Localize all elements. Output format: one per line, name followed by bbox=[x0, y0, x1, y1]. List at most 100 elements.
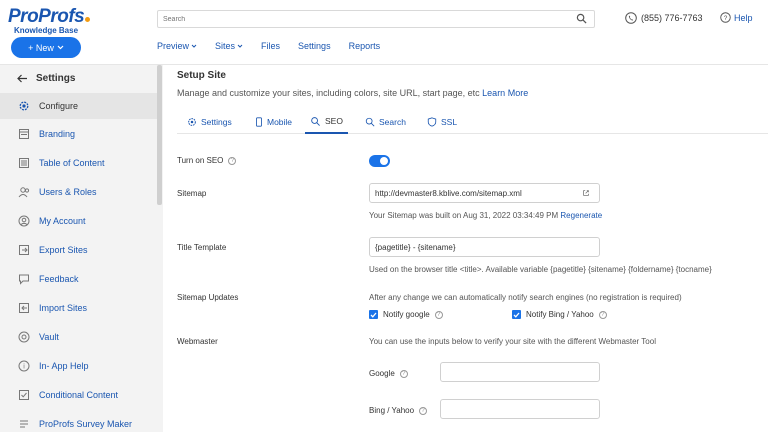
help-icon: i bbox=[18, 360, 30, 372]
webmaster-note: You can use the inputs below to verify y… bbox=[369, 337, 656, 346]
toc-icon bbox=[19, 158, 29, 168]
seo-icon bbox=[311, 117, 320, 126]
title-template-field[interactable]: {pagetitle} - {sitename} bbox=[369, 237, 600, 257]
google-row-label: Google ? bbox=[369, 369, 408, 378]
sidebar-item-vault[interactable]: Vault bbox=[0, 324, 157, 350]
logo-text: ProProfs bbox=[8, 6, 85, 27]
question-icon[interactable]: ? bbox=[399, 369, 408, 378]
bing-row-label: Bing / Yahoo ? bbox=[369, 406, 428, 415]
nav-reports[interactable]: Reports bbox=[349, 41, 381, 51]
sidebar-item-feedback[interactable]: Feedback bbox=[0, 266, 157, 292]
phone-number: (855) 776-7763 bbox=[641, 13, 703, 23]
export-icon bbox=[19, 245, 29, 255]
title-template-note: Used on the browser title <title>. Avail… bbox=[369, 265, 712, 274]
sidebar-item-label: Feedback bbox=[39, 274, 79, 284]
tab-search[interactable]: Search bbox=[365, 110, 406, 134]
search-input[interactable] bbox=[158, 11, 558, 27]
question-icon[interactable]: ? bbox=[434, 310, 443, 319]
sidebar-header[interactable]: Settings bbox=[17, 73, 75, 84]
help-label: Help bbox=[734, 12, 753, 23]
sidebar-item-label: Branding bbox=[39, 129, 76, 139]
sidebar-item-in-app-help[interactable]: i In- App Help bbox=[0, 353, 157, 379]
bing-label: Bing / Yahoo bbox=[369, 406, 415, 415]
survey-icon bbox=[20, 420, 28, 428]
sidebar-item-label: My Account bbox=[39, 216, 86, 226]
sidebar-item-branding[interactable]: Branding bbox=[0, 121, 157, 147]
sidebar-item-label: In- App Help bbox=[39, 361, 89, 371]
page-title: Setup Site bbox=[177, 70, 226, 81]
sidebar-item-label: Export Sites bbox=[39, 245, 88, 255]
page-description: Manage and customize your sites, includi… bbox=[177, 88, 528, 98]
svg-text:?: ? bbox=[724, 15, 728, 22]
tab-label: SEO bbox=[325, 116, 343, 126]
logo-subtitle: Knowledge Base bbox=[14, 26, 79, 35]
new-button[interactable]: + New bbox=[11, 37, 81, 58]
search-icon[interactable] bbox=[576, 13, 587, 24]
sidebar-item-label: Table of Content bbox=[39, 158, 105, 168]
mobile-icon bbox=[256, 117, 262, 127]
phone-contact[interactable]: (855) 776-7763 bbox=[625, 12, 703, 24]
notify-google-label: Notify google bbox=[383, 310, 430, 319]
users-icon bbox=[18, 187, 30, 198]
title-template-value: {pagetitle} - {sitename} bbox=[375, 242, 456, 252]
notify-bing-checkbox[interactable]: Notify Bing / Yahoo ? bbox=[512, 310, 607, 319]
checkbox-checked-icon[interactable] bbox=[369, 310, 378, 319]
sidebar-item-label: Import Sites bbox=[39, 303, 88, 313]
sidebar-item-configure[interactable]: Configure bbox=[0, 93, 157, 119]
ssl-icon bbox=[427, 117, 437, 127]
sidebar-item-my-account[interactable]: My Account bbox=[0, 208, 157, 234]
sidebar-item-label: Vault bbox=[39, 332, 59, 342]
sidebar-item-import-sites[interactable]: Import Sites bbox=[0, 295, 157, 321]
sidebar-item-conditional-content[interactable]: Conditional Content bbox=[0, 382, 157, 408]
sitemap-updates-note: After any change we can automatically no… bbox=[369, 293, 682, 302]
tab-settings[interactable]: Settings bbox=[187, 110, 232, 134]
top-header: ProProfs Knowledge Base + New (855) 776-… bbox=[0, 0, 768, 65]
seo-toggle[interactable] bbox=[369, 155, 390, 167]
tab-label: Mobile bbox=[267, 117, 293, 127]
sidebar-item-toc[interactable]: Table of Content bbox=[0, 150, 157, 176]
gear-icon bbox=[188, 118, 196, 126]
search-box[interactable] bbox=[157, 10, 595, 28]
question-icon[interactable]: ? bbox=[598, 310, 607, 319]
nav-settings[interactable]: Settings bbox=[298, 41, 331, 51]
search-icon bbox=[365, 117, 375, 127]
back-arrow-icon[interactable] bbox=[17, 74, 28, 83]
bing-verification-input[interactable] bbox=[440, 399, 600, 419]
sidebar-item-survey-maker[interactable]: ProProfs Survey Maker bbox=[0, 411, 157, 432]
notify-google-checkbox[interactable]: Notify google ? bbox=[369, 310, 443, 319]
google-label: Google bbox=[369, 369, 395, 378]
sidebar-item-users-roles[interactable]: Users & Roles bbox=[0, 179, 157, 205]
account-icon bbox=[18, 215, 30, 227]
new-button-label: + New bbox=[28, 42, 54, 53]
nav-sites[interactable]: Sites bbox=[215, 41, 243, 51]
nav-preview[interactable]: Preview bbox=[157, 41, 197, 51]
proprofs-logo[interactable]: ProProfs Knowledge Base bbox=[8, 6, 91, 35]
sitemap-field[interactable]: http://devmaster8.kblive.com/sitemap.xml bbox=[369, 183, 600, 203]
regenerate-link[interactable]: Regenerate bbox=[560, 211, 602, 220]
question-icon[interactable]: ? bbox=[228, 156, 237, 165]
help-link[interactable]: ? Help bbox=[720, 12, 753, 23]
svg-text:i: i bbox=[23, 364, 25, 371]
sitemap-updates-label: Sitemap Updates bbox=[177, 293, 239, 302]
webmaster-label: Webmaster bbox=[177, 337, 218, 346]
top-nav: Preview Sites Files Settings Reports bbox=[157, 41, 380, 51]
tab-seo[interactable]: SEO bbox=[305, 110, 348, 134]
checkbox-checked-icon[interactable] bbox=[512, 310, 521, 319]
tab-mobile[interactable]: Mobile bbox=[255, 110, 292, 134]
google-verification-input[interactable] bbox=[440, 362, 600, 382]
chevron-down-icon bbox=[191, 44, 197, 48]
nav-preview-label: Preview bbox=[157, 41, 190, 51]
sidebar-item-export-sites[interactable]: Export Sites bbox=[0, 237, 157, 263]
chevron-down-icon bbox=[57, 45, 64, 50]
sitemap-note: Your Sitemap was built on Aug 31, 2022 0… bbox=[369, 211, 602, 220]
nav-files[interactable]: Files bbox=[261, 41, 280, 51]
tab-ssl[interactable]: SSL bbox=[427, 110, 457, 134]
tab-label: Search bbox=[379, 117, 406, 127]
learn-more-link[interactable]: Learn More bbox=[482, 88, 528, 98]
external-link-icon[interactable] bbox=[582, 189, 590, 197]
sitemap-value: http://devmaster8.kblive.com/sitemap.xml bbox=[375, 188, 522, 198]
question-icon[interactable]: ? bbox=[419, 406, 428, 415]
sidebar-item-label: Conditional Content bbox=[39, 390, 119, 400]
help-icon: ? bbox=[720, 12, 731, 23]
sidebar-scrollbar[interactable] bbox=[157, 65, 162, 205]
